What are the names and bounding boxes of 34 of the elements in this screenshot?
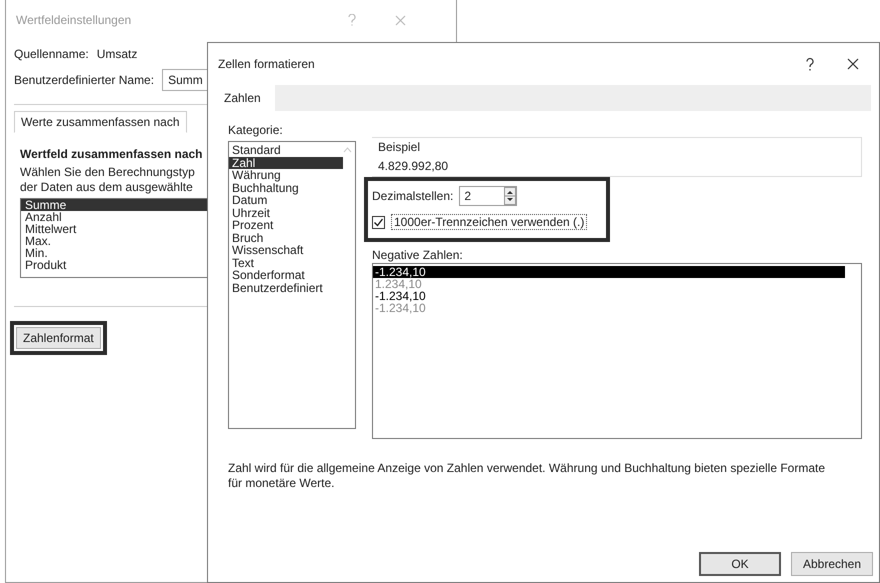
list-item[interactable]: -1.234,10 — [373, 290, 845, 302]
list-box[interactable]: -1.234,10 1.234,10 -1.234,10 -1.234,10 — [372, 263, 862, 439]
spinner-arrows-icon[interactable] — [504, 187, 516, 205]
category-label: Kategorie: — [228, 123, 284, 137]
description-text: Wählen Sie den Berechnungstyp — [20, 165, 195, 179]
number-format-button[interactable]: Zahlenformat — [16, 327, 101, 349]
dialog-button[interactable]: OK — [699, 552, 781, 576]
field-label: Quellenname: — [14, 47, 89, 61]
window-title: Zellen formatieren — [218, 57, 316, 71]
list-item[interactable]: -1.234,10 — [373, 266, 845, 278]
list-item[interactable]: Zahl — [229, 156, 343, 169]
list-item[interactable]: Währung — [229, 169, 343, 182]
checkbox[interactable] — [372, 216, 385, 228]
list-label: Negative Zahlen: — [372, 248, 464, 262]
help-icon[interactable] — [805, 58, 815, 70]
section-title: Wertfeld zusammenfassen nach — [20, 147, 203, 161]
spin-field[interactable]: 2 — [459, 186, 518, 206]
window-title: Wertfeldeinstellungen — [16, 13, 132, 27]
list-item[interactable]: Standard — [229, 144, 343, 156]
list-item[interactable]: Buchhaltung — [229, 182, 343, 194]
source-name: Umsatz — [96, 47, 138, 61]
field-label: Dezimalstellen: — [372, 189, 454, 203]
field-label: Benutzerdefinierter Name: — [14, 73, 154, 87]
description-text: Zahl wird für die allgemeine Anzeige von Zahlen verwendet. Währung und Buchhaltung bieten spezielle Formate für monetäre Werte. — [228, 461, 826, 491]
description-text: der Daten aus dem ausgewählte — [20, 180, 193, 194]
group-label: Beispiel — [378, 140, 422, 154]
tab[interactable]: Zahlen — [216, 85, 275, 111]
tab[interactable]: Werte zusammenfassen nach — [14, 111, 187, 133]
list-item[interactable]: Benutzerdefiniert — [229, 282, 343, 294]
close-icon[interactable] — [847, 58, 859, 70]
list-box[interactable]: Standard Zahl Währung Buchhaltung Datum Uhrzeit Prozent Bruch Wissenschaft Text Sonderformat Benutzerdefiniert — [228, 141, 356, 429]
checkbox-label[interactable]: 1000er-Trennzeichen verwenden (.) — [391, 214, 588, 230]
dialog-button[interactable]: Abbrechen — [791, 552, 873, 576]
sample-value: 4.829.992,80 — [378, 159, 450, 173]
